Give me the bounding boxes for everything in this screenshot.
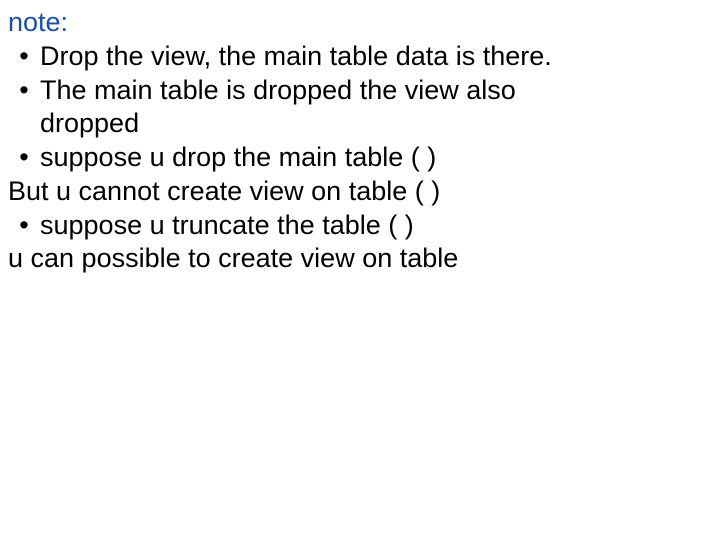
- note-block: note: • Drop the view, the main table da…: [0, 0, 720, 276]
- bullet-text-3: suppose u drop the main table ( ): [40, 141, 712, 175]
- bullet-icon: •: [8, 74, 40, 108]
- bullet-text-2-cont: dropped: [8, 107, 712, 141]
- bullet-text-2: The main table is dropped the view also: [40, 74, 712, 108]
- plain-line-1: But u cannot create view on table ( ): [8, 175, 712, 209]
- note-heading: note:: [8, 6, 712, 40]
- bullet-text-4: suppose u truncate the table ( ): [40, 209, 712, 243]
- bullet-icon: •: [8, 40, 40, 74]
- bullet-item-3: • suppose u drop the main table ( ): [8, 141, 712, 175]
- bullet-item-2: • The main table is dropped the view als…: [8, 74, 712, 108]
- bullet-item-4: • suppose u truncate the table ( ): [8, 209, 712, 243]
- plain-line-2: u can possible to create view on table: [8, 242, 712, 276]
- bullet-icon: •: [8, 141, 40, 175]
- bullet-text-1: Drop the view, the main table data is th…: [40, 40, 712, 74]
- bullet-item-1: • Drop the view, the main table data is …: [8, 40, 712, 74]
- bullet-icon: •: [8, 209, 40, 243]
